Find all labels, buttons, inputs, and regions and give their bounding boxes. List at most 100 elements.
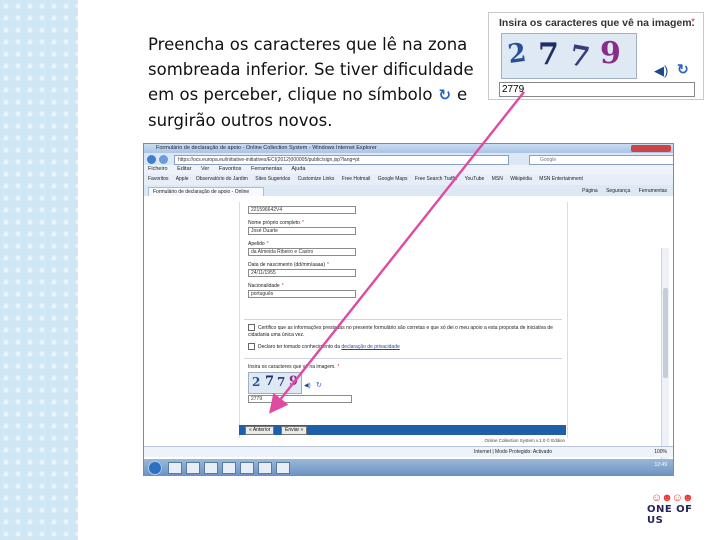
command-tools[interactable]: Ferramentas [639, 188, 667, 194]
captcha-char: 7 [277, 375, 286, 389]
captcha-char: 7 [265, 374, 275, 389]
birth-date-label: Data de nascimento (dd/mm/aaaa) * [248, 262, 329, 268]
favorite-link[interactable]: Sites Sugeridos [255, 176, 290, 182]
favorite-link[interactable]: Free Search Traffic [415, 176, 457, 182]
previous-button[interactable]: « Anterior [245, 426, 275, 435]
zoom-level[interactable]: 100% [654, 447, 667, 457]
surname-label: Apelido * [248, 241, 269, 247]
menu-item[interactable]: Ferramentas [251, 166, 282, 172]
clock: 12:49 [654, 462, 667, 468]
status-bar: Internet | Modo Protegido: Activado 100% [144, 446, 673, 457]
submit-button[interactable]: Enviar » [281, 426, 308, 435]
window-titlebar: Formulário de declaração de apoio - Onli… [144, 144, 673, 153]
taskbar-icon[interactable] [222, 462, 236, 474]
taskbar-icon[interactable] [240, 462, 254, 474]
zoomed-captcha-panel: Insira os caracteres que vê na imagem. *… [488, 12, 704, 100]
privacy-link[interactable]: declaração de privacidade [341, 344, 399, 350]
taskbar-icon[interactable] [168, 462, 182, 474]
command-security[interactable]: Segurança [606, 188, 630, 194]
scroll-thumb[interactable] [663, 288, 668, 378]
captcha-char: 9 [600, 36, 621, 71]
favorite-link[interactable]: Free Hotmail [342, 176, 371, 182]
page-scrollbar[interactable] [661, 248, 669, 475]
captcha-char: 7 [567, 38, 593, 75]
nationality-field[interactable]: português [248, 290, 356, 298]
logo-figures: ☺☻☺☻ [651, 492, 694, 504]
certify-checkbox[interactable] [248, 324, 255, 331]
window-controls[interactable] [631, 145, 671, 152]
browser-screenshot: Formulário de declaração de apoio - Onli… [143, 143, 674, 476]
instruction-line-3: em os perceber, clique no símbolo ↻ e [148, 82, 488, 108]
first-name-field[interactable]: José Duarte [248, 227, 356, 235]
decorative-side-strip [0, 0, 78, 540]
small-speaker-icon[interactable]: ◀) [304, 382, 311, 389]
refresh-icon[interactable]: ↻ [677, 61, 689, 78]
footer-text: Online Collection System v.1.0 © Edition [484, 438, 565, 443]
certify-checkbox-row[interactable]: Certifico que as informações prestadas n… [248, 324, 558, 339]
small-captcha-image: 2 7 7 9 [248, 372, 302, 394]
back-button[interactable] [147, 155, 156, 164]
privacy-checkbox[interactable] [248, 343, 255, 350]
instruction-line-1: Preencha os caracteres que lê na zona [148, 35, 468, 54]
small-captcha-input[interactable]: 2779 [248, 395, 352, 403]
instruction-line-3a: em os perceber, clique no símbolo [148, 85, 433, 104]
surname-field[interactable]: da Almeida Ribeiro e Castro [248, 248, 356, 256]
taskbar-icon[interactable] [204, 462, 218, 474]
instruction-text: Preencha os caracteres que lê na zona so… [148, 32, 488, 133]
birth-date-field[interactable]: 24/11/1955 [248, 269, 356, 277]
privacy-checkbox-row[interactable]: Declaro ter tomado conhecimento da decla… [248, 343, 558, 351]
refresh-icon: ↻ [438, 86, 452, 104]
taskbar-icon[interactable] [258, 462, 272, 474]
tab-bar: Formulário de declaração de apoio - Onli… [144, 185, 673, 204]
small-captcha-label: Insira os caracteres que vê na imagem. * [248, 364, 340, 370]
favorite-link[interactable]: Apple [176, 176, 189, 182]
menu-item[interactable]: Ajuda [291, 166, 305, 172]
menu-item[interactable]: Ver [201, 166, 209, 172]
command-page[interactable]: Página [582, 188, 598, 194]
captcha-char: 9 [289, 374, 299, 389]
window-title: Formulário de declaração de apoio - Onli… [156, 145, 377, 151]
favorite-link[interactable]: Observatório do Jardim [196, 176, 248, 182]
nationality-label: Nacionalidade * [248, 283, 284, 289]
document-number-field[interactable]: 221596642V4 [248, 206, 356, 214]
instruction-line-3b: e [457, 85, 468, 104]
captcha-char: 2 [506, 37, 529, 71]
small-refresh-icon[interactable]: ↻ [316, 381, 322, 389]
section-divider [244, 319, 562, 320]
favorite-link[interactable]: MSN [492, 176, 503, 182]
captcha-input[interactable]: 2779 [499, 82, 695, 97]
favorite-link[interactable]: Favoritos [148, 176, 169, 182]
menu-item[interactable]: Editar [177, 166, 191, 172]
search-input[interactable]: Google [529, 155, 673, 165]
favorite-link[interactable]: Wikipédia [510, 176, 532, 182]
menu-bar: Ficheiro Editar Ver Favoritos Ferramenta… [144, 165, 673, 174]
favorite-link[interactable]: Google Maps [378, 176, 408, 182]
address-bar: https://ocs.europa.eu/initiative-initiat… [144, 153, 673, 165]
url-input[interactable]: https://ocs.europa.eu/initiative-initiat… [174, 155, 509, 165]
speaker-icon[interactable]: ◀) [654, 63, 668, 79]
menu-item[interactable]: Ficheiro [148, 166, 168, 172]
first-name-label: Nome próprio completo * [248, 220, 304, 226]
favorite-link[interactable]: MSN Entertainment [539, 176, 583, 182]
command-bar: Página Segurança Ferramentas [575, 187, 667, 196]
web-page: 221596642V4 Nome próprio completo * José … [144, 196, 673, 475]
logo-text: ONE OF US [647, 504, 693, 526]
instruction-line-4: surgirão outros novos. [148, 111, 333, 130]
favorite-link[interactable]: YouTube [465, 176, 485, 182]
favorites-bar: Favoritos Apple Observatório do Jardim S… [144, 174, 673, 185]
forward-button[interactable] [159, 155, 168, 164]
taskbar-icon[interactable] [186, 462, 200, 474]
instruction-line-2: sombreada inferior. Se tiver dificuldade [148, 60, 474, 79]
captcha-label: Insira os caracteres que vê na imagem. [499, 17, 695, 29]
favorite-link[interactable]: Customize Links [298, 176, 335, 182]
status-text: Internet | Modo Protegido: Activado [474, 449, 553, 455]
required-mark: * [691, 17, 695, 28]
taskbar-icon[interactable] [276, 462, 290, 474]
windows-taskbar: 12:49 [144, 459, 673, 475]
menu-item[interactable]: Favoritos [219, 166, 242, 172]
captcha-char: 7 [538, 37, 559, 72]
form-button-bar: « Anterior Enviar » [239, 425, 566, 435]
captcha-image: 2 7 7 9 [501, 33, 637, 79]
signature-form: 221596642V4 Nome próprio completo * José … [239, 202, 568, 438]
start-button[interactable] [148, 461, 162, 475]
